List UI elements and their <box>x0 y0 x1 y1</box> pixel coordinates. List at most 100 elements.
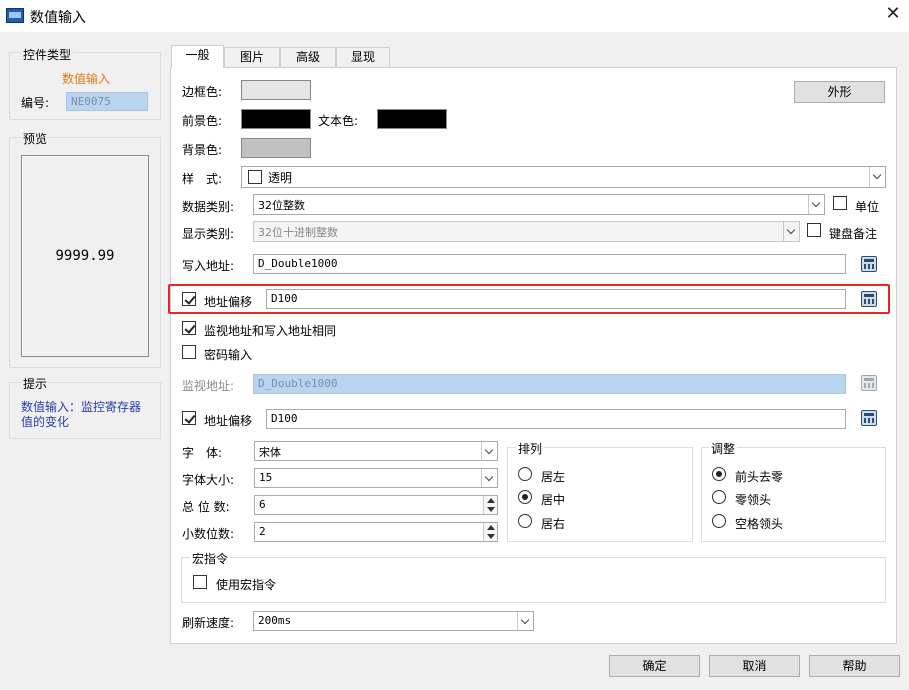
preview-heading: 预览 <box>21 130 50 147</box>
calculator-icon[interactable] <box>861 256 877 272</box>
control-type-name: 数值输入 <box>62 72 111 86</box>
same-addr-label: 监视地址和写入地址相同 <box>204 324 337 338</box>
write-addr-field[interactable]: D_Double1000 <box>253 254 846 274</box>
chevron-down-icon[interactable] <box>481 442 497 460</box>
offset1-label: 地址偏移 <box>204 295 253 309</box>
align-left-radio[interactable] <box>518 467 532 481</box>
align-center-radio[interactable] <box>518 490 532 504</box>
chevron-down-icon <box>783 222 799 241</box>
offset1-field[interactable]: D100 <box>266 289 846 309</box>
macro-heading: 宏指令 <box>190 550 231 567</box>
chevron-down-icon[interactable] <box>517 612 533 630</box>
tab-advanced[interactable]: 高级 <box>280 47 336 67</box>
help-button[interactable]: 帮助 <box>809 655 900 677</box>
text-color-swatch[interactable] <box>377 109 447 129</box>
style-value: 透明 <box>268 171 293 185</box>
refresh-value: 200ms <box>258 614 292 627</box>
total-digits-value: 6 <box>259 498 266 511</box>
font-size-select[interactable]: 15 <box>254 468 498 488</box>
leading-zero-strip-label: 前头去零 <box>735 470 784 484</box>
font-value: 宋体 <box>259 446 281 459</box>
use-macro-label: 使用宏指令 <box>216 578 277 592</box>
ok-button[interactable]: 确定 <box>609 655 700 677</box>
chevron-down-icon[interactable] <box>869 167 885 187</box>
unit-label: 单位 <box>855 200 880 214</box>
chevron-down-icon[interactable] <box>808 195 824 214</box>
control-type-heading: 控件类型 <box>21 46 74 63</box>
zero-lead-radio[interactable] <box>712 490 726 504</box>
bg-color-label: 背景色: <box>182 143 223 157</box>
window-title: 数值输入 <box>30 10 86 26</box>
space-lead-radio[interactable] <box>712 514 726 528</box>
refresh-label: 刷新速度: <box>182 616 235 630</box>
id-field: NE0075 <box>66 92 148 111</box>
font-label: 字 体: <box>182 446 223 460</box>
offset2-label: 地址偏移 <box>204 414 253 428</box>
preview-value: 9999.99 <box>55 248 115 264</box>
data-type-select[interactable]: 32位整数 <box>253 194 825 215</box>
adjust-heading: 调整 <box>709 440 738 457</box>
align-group <box>507 447 693 542</box>
calculator-icon[interactable] <box>861 291 877 307</box>
style-label: 样 式: <box>182 172 223 186</box>
offset2-checkbox[interactable] <box>182 411 196 425</box>
total-digits-spinner[interactable]: 6 <box>254 495 498 515</box>
offset2-field[interactable]: D100 <box>266 409 846 429</box>
border-color-swatch[interactable] <box>241 80 311 100</box>
unit-checkbox[interactable] <box>833 196 847 210</box>
close-icon[interactable]: ✕ <box>882 3 904 25</box>
fg-color-label: 前景色: <box>182 114 223 128</box>
style-select[interactable]: 透明 <box>241 166 886 188</box>
total-digits-label: 总 位 数: <box>182 500 230 514</box>
space-lead-label: 空格领头 <box>735 517 784 531</box>
monitor-addr-field: D_Double1000 <box>253 374 846 394</box>
appearance-button[interactable]: 外形 <box>794 81 885 103</box>
refresh-select[interactable]: 200ms <box>253 611 534 631</box>
monitor-addr-label: 监视地址: <box>182 379 235 393</box>
tab-general[interactable]: 一般 <box>171 45 224 68</box>
text-color-label: 文本色: <box>318 114 359 128</box>
display-type-label: 显示类别: <box>182 227 235 241</box>
spinner-arrows-icon[interactable] <box>483 496 497 514</box>
adjust-group <box>701 447 886 542</box>
offset1-checkbox[interactable] <box>182 292 196 306</box>
font-size-value: 15 <box>259 471 273 484</box>
spinner-arrows-icon[interactable] <box>483 523 497 541</box>
align-right-radio[interactable] <box>518 514 532 528</box>
align-heading: 排列 <box>516 440 545 457</box>
font-size-label: 字体大小: <box>182 473 235 487</box>
style-swatch-icon <box>248 170 262 184</box>
tab-image[interactable]: 图片 <box>224 47 280 67</box>
macro-group <box>181 557 886 603</box>
font-select[interactable]: 宋体 <box>254 441 498 461</box>
display-type-select: 32位十进制整数 <box>253 221 800 242</box>
tab-visibility[interactable]: 显现 <box>336 47 390 67</box>
display-type-value: 32位十进制整数 <box>258 226 338 239</box>
password-label: 密码输入 <box>204 348 253 362</box>
hint-heading: 提示 <box>21 375 50 392</box>
write-addr-label: 写入地址: <box>182 259 235 273</box>
decimal-digits-value: 2 <box>259 525 266 538</box>
data-type-label: 数据类别: <box>182 200 235 214</box>
cancel-button[interactable]: 取消 <box>709 655 800 677</box>
bg-color-swatch[interactable] <box>241 138 311 158</box>
preview-box: 9999.99 <box>21 155 149 357</box>
keyboard-note-checkbox[interactable] <box>807 223 821 237</box>
password-checkbox[interactable] <box>182 345 196 359</box>
decimal-digits-label: 小数位数: <box>182 527 235 541</box>
align-right-label: 居右 <box>541 517 566 531</box>
zero-lead-label: 零领头 <box>735 493 772 507</box>
use-macro-checkbox[interactable] <box>193 575 207 589</box>
data-type-value: 32位整数 <box>258 199 305 212</box>
decimal-digits-spinner[interactable]: 2 <box>254 522 498 542</box>
calculator-icon[interactable] <box>861 410 877 426</box>
chevron-down-icon[interactable] <box>481 469 497 487</box>
leading-zero-strip-radio[interactable] <box>712 467 726 481</box>
calculator-icon <box>861 375 877 391</box>
keyboard-note-label: 键盘备注 <box>829 227 878 241</box>
app-icon <box>6 8 24 23</box>
fg-color-swatch[interactable] <box>241 109 311 129</box>
align-center-label: 居中 <box>541 493 566 507</box>
hint-text: 数值输入：监控寄存器值的变化 <box>21 400 142 429</box>
same-addr-checkbox[interactable] <box>182 321 196 335</box>
